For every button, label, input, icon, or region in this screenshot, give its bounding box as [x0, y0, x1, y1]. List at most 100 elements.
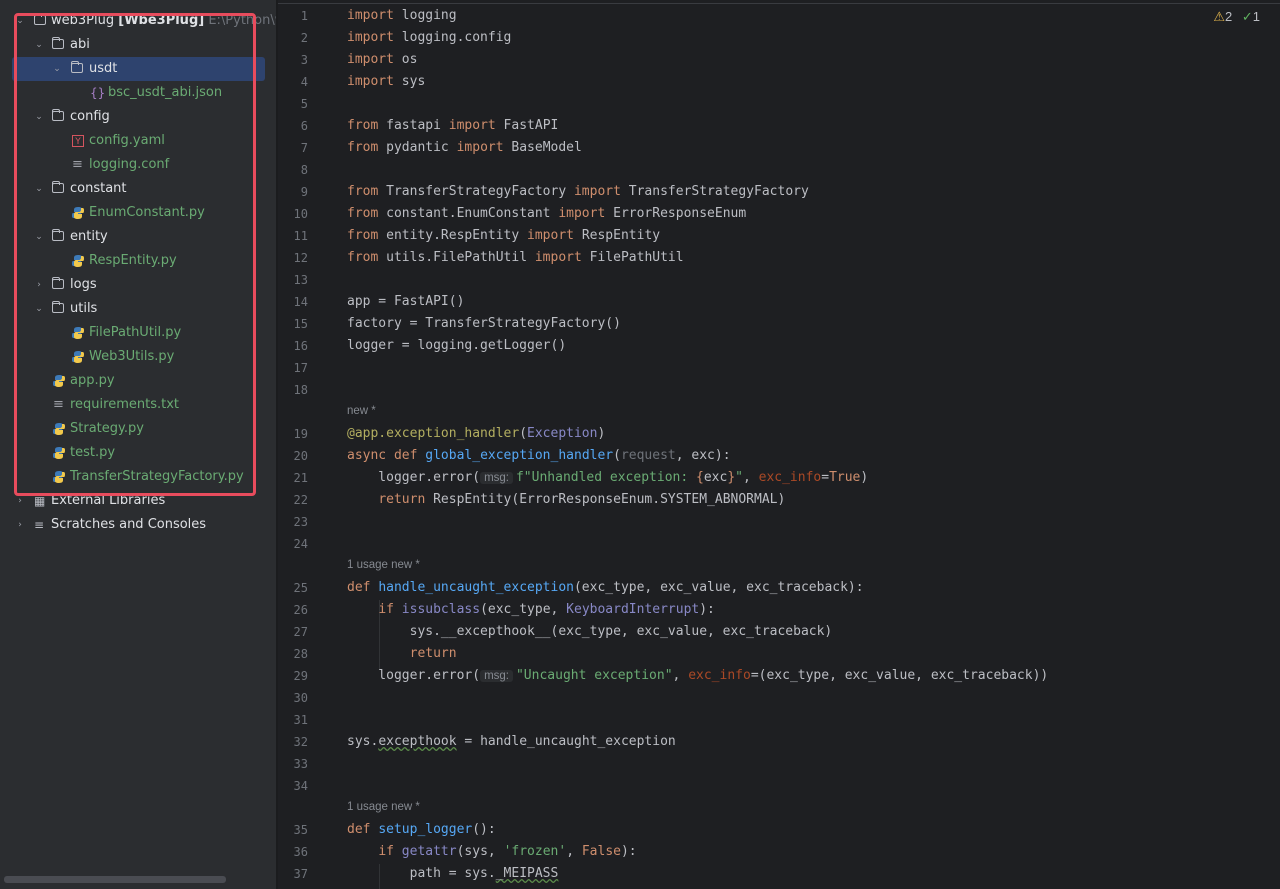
folder-icon [52, 181, 64, 193]
warning-icon: ⚠ [1213, 9, 1225, 24]
line-number: 11 [293, 229, 308, 243]
code-line: def handle_uncaught_exception(exc_type, … [347, 580, 864, 595]
code-line: logger.error(msg: "Uncaught exception", e… [347, 668, 1049, 683]
text-file-icon: ≡ [53, 397, 64, 412]
inlay-hint-msg: msg: [480, 670, 513, 682]
chevron-down-icon[interactable]: ⌄ [14, 9, 26, 33]
line-number: 2 [300, 31, 308, 45]
tree-item-abi[interactable]: ⌄ abi [0, 33, 276, 57]
tree-item-logging-conf[interactable]: ≡ logging.conf [0, 153, 276, 177]
tree-item-web3utils[interactable]: Web3Utils.py [0, 345, 276, 369]
code-editor[interactable]: ⚠2 ✓1 1 2 3 4 5 6 7 8 9 10 11 12 13 14 1… [278, 0, 1280, 889]
text-file-icon: ≡ [72, 157, 83, 172]
folder-icon [52, 301, 64, 313]
code-line: sys.excepthook = handle_uncaught_excepti… [347, 734, 676, 749]
tree-item-usdt[interactable]: ⌄ usdt [12, 57, 265, 81]
tree-item-transferstrategyfactory[interactable]: TransferStrategyFactory.py [0, 465, 276, 489]
tree-item-label: EnumConstant.py [89, 205, 205, 220]
folder-icon [34, 13, 46, 25]
tree-item-scratches[interactable]: › ≡ Scratches and Consoles [0, 513, 276, 537]
line-number: 20 [293, 449, 308, 463]
tree-item-label: External Libraries [51, 493, 166, 508]
chevron-down-icon[interactable]: ⌄ [51, 57, 63, 81]
tree-item-config[interactable]: ⌄ config [0, 105, 276, 129]
python-file-icon [52, 465, 68, 489]
tree-item-label: config [70, 109, 110, 124]
chevron-right-icon[interactable]: › [14, 489, 26, 513]
code-line: factory = TransferStrategyFactory() [347, 316, 621, 331]
code-vision-hint[interactable]: 1 usage new * [347, 801, 420, 813]
chevron-down-icon[interactable]: ⌄ [33, 177, 45, 201]
line-number: 5 [300, 97, 308, 111]
horizontal-scrollbar[interactable] [4, 876, 226, 883]
project-sidebar: ⌄ web3Plug [Wbe3Plug] E:\Python\we ⌄ abi… [0, 0, 276, 889]
tree-item-label: app.py [70, 373, 115, 388]
python-file-icon [71, 201, 87, 225]
python-file-icon [71, 249, 87, 273]
tree-item-app-py[interactable]: app.py [0, 369, 276, 393]
line-number: 17 [293, 361, 308, 375]
tree-item-enumconstant[interactable]: EnumConstant.py [0, 201, 276, 225]
json-file-icon: {} [90, 86, 106, 100]
line-number: 33 [293, 757, 308, 771]
inspection-status[interactable]: ⚠2 ✓1 [1213, 9, 1260, 25]
line-number: 1 [300, 9, 308, 23]
code-line: return [409, 646, 457, 661]
line-number: 18 [293, 383, 308, 397]
tree-item-test[interactable]: test.py [0, 441, 276, 465]
folder-icon [52, 109, 64, 121]
tree-item-label: bsc_usdt_abi.json [108, 85, 223, 100]
line-number: 8 [300, 163, 308, 177]
tree-item-label: Web3Utils.py [89, 349, 175, 364]
tree-item-label: requirements.txt [70, 397, 180, 412]
tree-item-logs[interactable]: › logs [0, 273, 276, 297]
line-number: 36 [293, 845, 308, 859]
tree-item-strategy[interactable]: Strategy.py [0, 417, 276, 441]
tree-item-constant[interactable]: ⌄ constant [0, 177, 276, 201]
code-vision-hint[interactable]: 1 usage new * [347, 559, 420, 571]
line-number: 12 [293, 251, 308, 265]
tree-item-external-libraries[interactable]: › ▦ External Libraries [0, 489, 276, 513]
tree-root-web3plug[interactable]: ⌄ web3Plug [Wbe3Plug] E:\Python\we [0, 9, 276, 33]
tree-item-filepathutil[interactable]: FilePathUtil.py [0, 321, 276, 345]
line-number: 14 [293, 295, 308, 309]
line-number: 23 [293, 515, 308, 529]
line-number: 16 [293, 339, 308, 353]
folder-icon [52, 229, 64, 241]
chevron-down-icon[interactable]: ⌄ [33, 225, 45, 249]
chevron-right-icon[interactable]: › [14, 513, 26, 537]
line-number: 34 [293, 779, 308, 793]
library-icon: ▦ [34, 494, 46, 508]
tree-item-label: test.py [70, 445, 116, 460]
chevron-down-icon[interactable]: ⌄ [33, 297, 45, 321]
python-file-icon [71, 321, 87, 345]
line-number: 28 [293, 647, 308, 661]
tree-item-label: utils [70, 301, 98, 316]
tree-item-utils[interactable]: ⌄ utils [0, 297, 276, 321]
chevron-right-icon[interactable]: › [33, 273, 45, 297]
code-vision-hint[interactable]: new * [347, 405, 376, 417]
inlay-hint-msg: msg: [480, 472, 513, 484]
line-number: 30 [293, 691, 308, 705]
code-line: import logging.config [347, 30, 512, 45]
folder-icon [71, 61, 83, 73]
tree-item-respentity[interactable]: RespEntity.py [0, 249, 276, 273]
editor-top-border [278, 3, 1280, 4]
line-number: 21 [293, 471, 308, 485]
tree-item-entity[interactable]: ⌄ entity [0, 225, 276, 249]
chevron-down-icon[interactable]: ⌄ [33, 105, 45, 129]
tree-item-label: FilePathUtil.py [89, 325, 182, 340]
line-number: 26 [293, 603, 308, 617]
line-number: 31 [293, 713, 308, 727]
chevron-down-icon[interactable]: ⌄ [33, 33, 45, 57]
project-path: E:\Python\we [208, 13, 276, 28]
tree-item-label: config.yaml [89, 133, 165, 148]
line-number: 9 [300, 185, 308, 199]
tree-item-requirements[interactable]: ≡ requirements.txt [0, 393, 276, 417]
tree-item-config-yaml[interactable]: Y config.yaml [0, 129, 276, 153]
line-number: 6 [300, 119, 308, 133]
tree-item-bsc-usdt-abi[interactable]: {} bsc_usdt_abi.json [0, 81, 276, 105]
line-number: 10 [293, 207, 308, 221]
tree-item-label: logging.conf [89, 157, 170, 172]
line-number: 15 [293, 317, 308, 331]
